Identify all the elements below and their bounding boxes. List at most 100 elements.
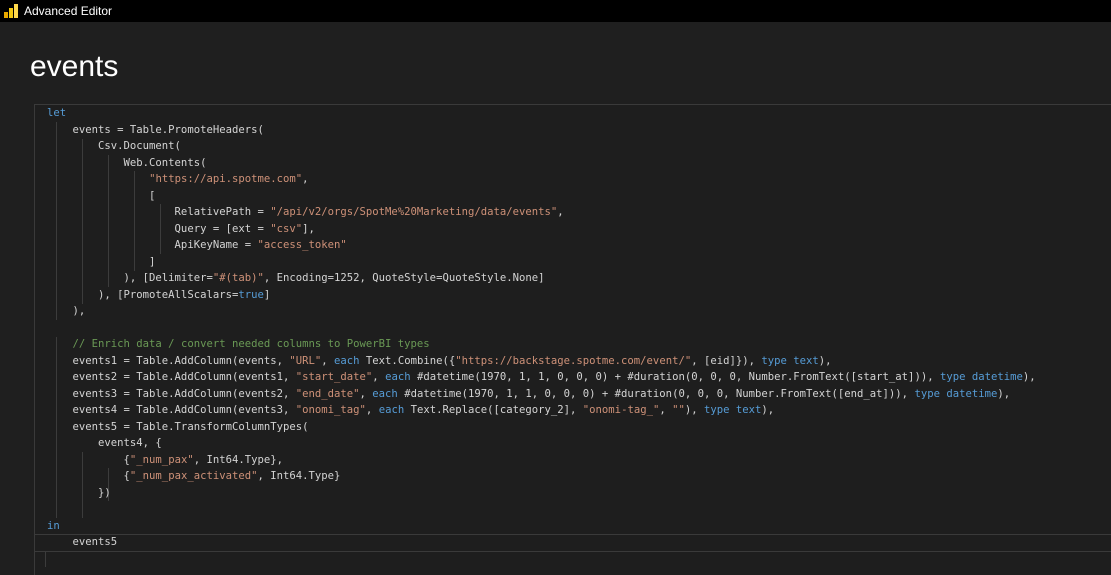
code-text: , — [321, 354, 335, 367]
code-text: events4 = Table.AddColumn(events3, — [47, 404, 296, 416]
code-keyword: type datetime — [914, 387, 998, 400]
code-text: events5 — [47, 536, 118, 548]
code-line[interactable]: ), [Delimiter="#(tab)", Encoding=1252, Q… — [47, 270, 1036, 287]
code-text: ApiKeyName = — [47, 239, 258, 251]
code-line[interactable]: Web.Contents( — [47, 155, 1036, 172]
code-string: "_num_pax_activated" — [129, 470, 258, 482]
code-line[interactable]: events4, { — [47, 435, 1036, 452]
title-bar: Advanced Editor — [0, 0, 1111, 22]
code-line[interactable]: events4 = Table.AddColumn(events3, "onom… — [47, 402, 1036, 419]
code-string: "end_date" — [295, 387, 360, 400]
code-text: , Int64.Type} — [257, 470, 341, 482]
code-line[interactable]: events = Table.PromoteHeaders( — [47, 122, 1036, 139]
code-keyword: type text — [761, 354, 819, 367]
code-line[interactable]: events2 = Table.AddColumn(events1, "star… — [47, 369, 1036, 386]
code-text: , — [359, 387, 373, 400]
code-text: events4, { — [47, 437, 162, 449]
code-string: "https://api.spotme.com" — [149, 173, 303, 185]
code-text: , — [372, 371, 386, 383]
code-text: #datetime(1970, 1, 1, 0, 0, 0) + #durati… — [397, 387, 915, 400]
code-text: , Int64.Type}, — [193, 453, 283, 466]
query-name-title: events — [30, 50, 119, 83]
code-text: events3 = Table.AddColumn(events2, — [47, 387, 296, 400]
code-line[interactable]: let — [47, 105, 1036, 122]
code-line[interactable]: Query = [ext = "csv"], — [47, 221, 1036, 238]
code-line[interactable]: {"_num_pax", Int64.Type}, — [47, 452, 1036, 469]
code-string: "start_date" — [295, 371, 373, 383]
code-text: events5 = Table.TransformColumnTypes( — [47, 420, 309, 433]
code-text: ), [PromoteAllScalars= — [47, 288, 239, 301]
code-line[interactable]: "https://api.spotme.com", — [47, 171, 1036, 188]
code-text: #datetime(1970, 1, 1, 0, 0, 0) + #durati… — [410, 371, 940, 383]
code-string: "#(tab)" — [212, 272, 264, 284]
code-text: , — [365, 404, 379, 416]
code-text: { — [47, 453, 130, 466]
code-line[interactable]: RelativePath = "/api/v2/orgs/SpotMe%20Ma… — [47, 204, 1036, 221]
code-text: { — [47, 470, 130, 482]
code-line[interactable]: ), [PromoteAllScalars=true] — [47, 287, 1036, 304]
code-text: ), — [761, 404, 775, 416]
code-keyword: each — [334, 354, 360, 367]
code-text: ] — [263, 288, 271, 301]
code-string: "access_token" — [257, 239, 347, 251]
code-text: events2 = Table.AddColumn(events1, — [47, 371, 296, 383]
code-text: , — [659, 404, 673, 416]
code-line[interactable]: events3 = Table.AddColumn(events2, "end_… — [47, 386, 1036, 403]
code-line[interactable]: Csv.Document( — [47, 138, 1036, 155]
code-text: ), [Delimiter= — [47, 272, 213, 284]
code-line[interactable]: events1 = Table.AddColumn(events, "URL",… — [47, 353, 1036, 370]
code-string: "onomi_tag" — [295, 404, 366, 416]
code-text: , Encoding=1252, QuoteStyle=QuoteStyle.N… — [263, 272, 545, 284]
code-line[interactable]: events5 = Table.TransformColumnTypes( — [47, 419, 1036, 436]
code-text: Text.Combine({ — [359, 354, 456, 367]
code-text: ), — [818, 354, 832, 367]
code-text: events = Table.PromoteHeaders( — [47, 123, 264, 136]
code-string: "https://backstage.spotme.com/event/" — [455, 354, 692, 367]
code-line[interactable]: {"_num_pax_activated", Int64.Type} — [47, 468, 1036, 485]
code-keyword: type datetime — [939, 371, 1023, 383]
code-line[interactable]: ApiKeyName = "access_token" — [47, 237, 1036, 254]
advanced-editor-window: events let events = Table.PromoteHeaders… — [0, 22, 1111, 575]
code-keyword: let — [47, 107, 67, 119]
indent-guide — [45, 551, 46, 567]
code-keyword: each — [378, 404, 405, 416]
code-text: , [eid]}), — [691, 354, 762, 367]
code-line[interactable] — [47, 501, 1036, 518]
code-text: ), — [997, 387, 1011, 400]
code-line[interactable]: events5 — [47, 534, 1036, 551]
code-text: ), — [684, 404, 705, 416]
code-text: RelativePath = — [47, 206, 271, 218]
code-line[interactable]: // Enrich data / convert needed columns … — [47, 336, 1036, 353]
code-text: , — [302, 173, 309, 185]
code-string: "" — [672, 404, 685, 416]
code-string: "/api/v2/orgs/SpotMe%20Marketing/data/ev… — [270, 206, 558, 218]
code-text: events1 = Table.AddColumn(events, — [47, 354, 290, 367]
code-line[interactable]: }) — [47, 485, 1036, 502]
code-text: Web.Contents( — [47, 156, 207, 169]
code-line[interactable] — [47, 320, 1036, 337]
code-string: "URL" — [289, 354, 322, 367]
powerbi-logo-icon — [4, 4, 18, 18]
code-keyword: each — [372, 387, 398, 400]
code-keyword: each — [385, 371, 411, 383]
code-text: ], — [302, 222, 315, 235]
code-line[interactable]: in — [47, 518, 1036, 535]
code-text: Csv.Document( — [47, 140, 181, 152]
code-keyword: in — [47, 519, 60, 532]
code-text: ] — [47, 255, 156, 268]
window-title: Advanced Editor — [24, 4, 113, 18]
code-lines: let events = Table.PromoteHeaders( Csv.D… — [47, 105, 1036, 551]
code-comment: // Enrich data / convert needed columns … — [72, 338, 430, 350]
code-line[interactable]: [ — [47, 188, 1036, 205]
code-line[interactable]: ] — [47, 254, 1036, 271]
code-string: "onomi-tag_" — [582, 404, 660, 416]
code-editor[interactable]: let events = Table.PromoteHeaders( Csv.D… — [34, 104, 1111, 575]
code-text: ), — [1022, 371, 1036, 383]
code-text: ), — [47, 305, 86, 317]
code-keyword: type text — [704, 404, 762, 416]
code-text: Text.Replace([category_2], — [404, 404, 583, 416]
code-line[interactable]: ), — [47, 303, 1036, 320]
code-text: , — [557, 206, 564, 218]
